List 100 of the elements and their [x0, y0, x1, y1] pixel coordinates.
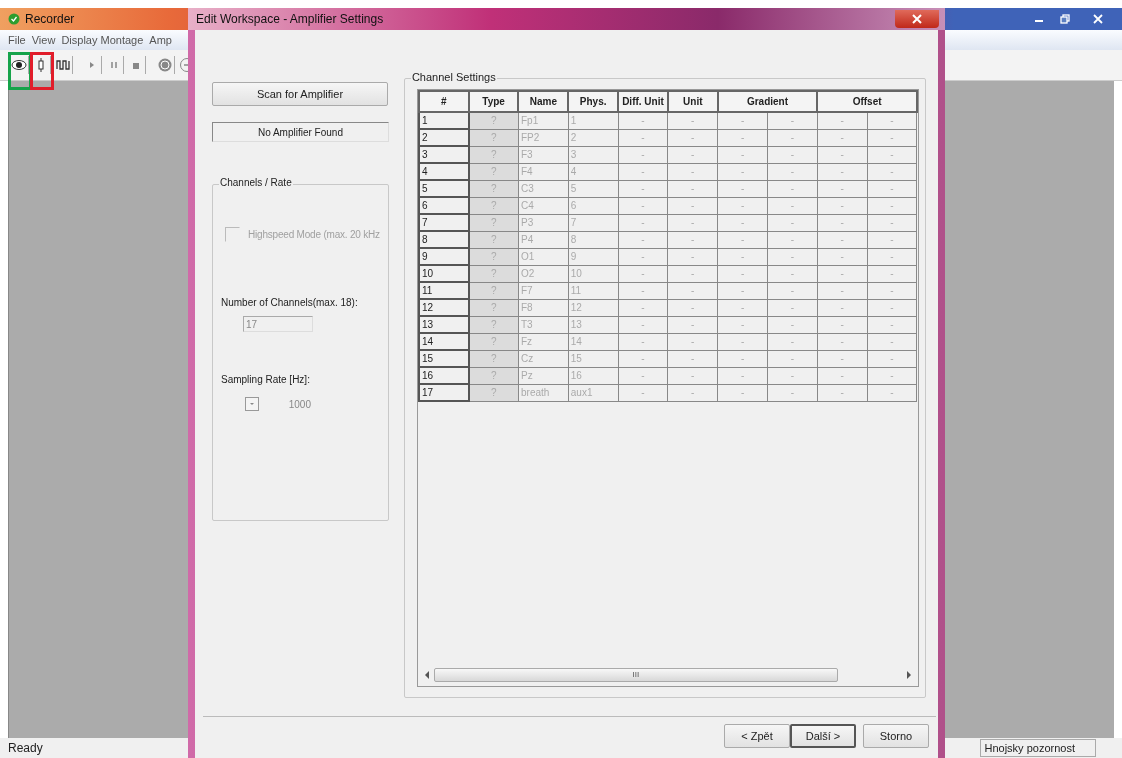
table-cell: -	[817, 146, 868, 163]
table-cell: -	[618, 367, 668, 384]
table-cell: -	[618, 112, 668, 129]
table-cell: -	[817, 129, 868, 146]
table-cell: -	[618, 299, 668, 316]
dialog-button[interactable]: Další >	[790, 724, 856, 748]
table-cell: -	[618, 333, 668, 350]
table-cell: F3	[518, 146, 569, 163]
row-header: 7	[418, 214, 469, 231]
table-cell: -	[717, 299, 768, 316]
table-cell: 2	[568, 129, 619, 146]
table-cell: -	[767, 384, 818, 401]
table-cell: -	[767, 146, 818, 163]
table-cell: -	[717, 282, 768, 299]
table-cell: -	[667, 384, 718, 401]
menu-item[interactable]: Display Montage	[61, 34, 144, 46]
table-cell: -	[667, 248, 718, 265]
table-cell: 9	[568, 248, 619, 265]
table-cell: -	[717, 112, 768, 129]
table-cell: 11	[568, 282, 619, 299]
table-cell: -	[717, 333, 768, 350]
table-cell: -	[767, 350, 818, 367]
table-cell: 15	[568, 350, 619, 367]
table-cell: -	[618, 265, 668, 282]
table-cell: -	[717, 214, 768, 231]
table-cell: -	[867, 367, 917, 384]
table-cell: -	[717, 316, 768, 333]
table-cell: -	[867, 129, 917, 146]
table-cell: -	[817, 197, 868, 214]
table-cell: Fp1	[518, 112, 569, 129]
window-title: Recorder	[25, 12, 75, 26]
table-cell: 12	[568, 299, 619, 316]
table-cell: -	[817, 214, 868, 231]
table-cell: -	[867, 112, 917, 129]
table-cell: -	[817, 333, 868, 350]
row-header: 15	[418, 350, 469, 367]
table-cell: -	[817, 282, 868, 299]
table-cell: -	[667, 214, 718, 231]
table-cell: -	[817, 316, 868, 333]
table-cell: -	[867, 163, 917, 180]
row-header: 3	[418, 146, 469, 163]
table-cell: -	[817, 180, 868, 197]
menu-item[interactable]: Amp	[149, 34, 172, 46]
table-cell: -	[767, 180, 818, 197]
table-cell: -	[867, 180, 917, 197]
table-cell: -	[667, 163, 718, 180]
table-cell: -	[717, 248, 768, 265]
table-cell: -	[817, 248, 868, 265]
table-cell: -	[867, 333, 917, 350]
row-header: 13	[418, 316, 469, 333]
table-cell: 16	[568, 367, 619, 384]
row-header: 10	[418, 265, 469, 282]
table-cell: 5	[568, 180, 619, 197]
table-cell: -	[618, 316, 668, 333]
table-cell: -	[667, 112, 718, 129]
table-cell: -	[618, 248, 668, 265]
amplifier-status: No Amplifier Found	[212, 122, 389, 142]
row-header: 8	[418, 231, 469, 248]
table-cell: -	[667, 265, 718, 282]
row-header: 6	[418, 197, 469, 214]
menu-item[interactable]: File	[8, 34, 26, 46]
table-cell: -	[867, 231, 917, 248]
table-cell: -	[817, 163, 868, 180]
table-cell: -	[618, 231, 668, 248]
table-cell: -	[717, 129, 768, 146]
table-cell: -	[618, 282, 668, 299]
table-cell: -	[667, 197, 718, 214]
table-cell: -	[817, 350, 868, 367]
row-header: 12	[418, 299, 469, 316]
row-header: 17	[418, 384, 469, 401]
table-cell: -	[817, 367, 868, 384]
horizontal-scrollbar[interactable]: III	[417, 668, 918, 682]
table-cell: 8	[568, 231, 619, 248]
table-cell: -	[618, 146, 668, 163]
scan-button[interactable]: Scan for Amplifier	[212, 82, 388, 106]
table-cell: -	[817, 265, 868, 282]
table-cell: -	[817, 231, 868, 248]
table-cell: -	[667, 180, 718, 197]
table-cell: -	[767, 112, 818, 129]
dialog-button[interactable]: Storno	[863, 724, 929, 748]
status-panel: Hnojsky pozornost	[979, 739, 1096, 757]
field-label: Sampling Rate [Hz]:	[221, 374, 311, 385]
menu-item[interactable]: View	[31, 34, 56, 46]
column-header: Unit	[667, 91, 718, 112]
table-cell: -	[867, 282, 917, 299]
table-cell: 13	[568, 316, 619, 333]
row-header: 9	[418, 248, 469, 265]
table-cell: Cz	[518, 350, 569, 367]
table-cell: -	[767, 214, 818, 231]
table-cell: 14	[568, 333, 619, 350]
scroll-thumb[interactable]: III	[433, 668, 838, 682]
table-cell: -	[618, 163, 668, 180]
table-cell: -	[867, 350, 917, 367]
table-cell: -	[867, 197, 917, 214]
table-cell: -	[667, 316, 718, 333]
row-header: 2	[418, 129, 469, 146]
dialog-button[interactable]: < Zpět	[724, 724, 790, 748]
table-cell: -	[618, 350, 668, 367]
table-cell: -	[867, 316, 917, 333]
table-cell: -	[667, 299, 718, 316]
